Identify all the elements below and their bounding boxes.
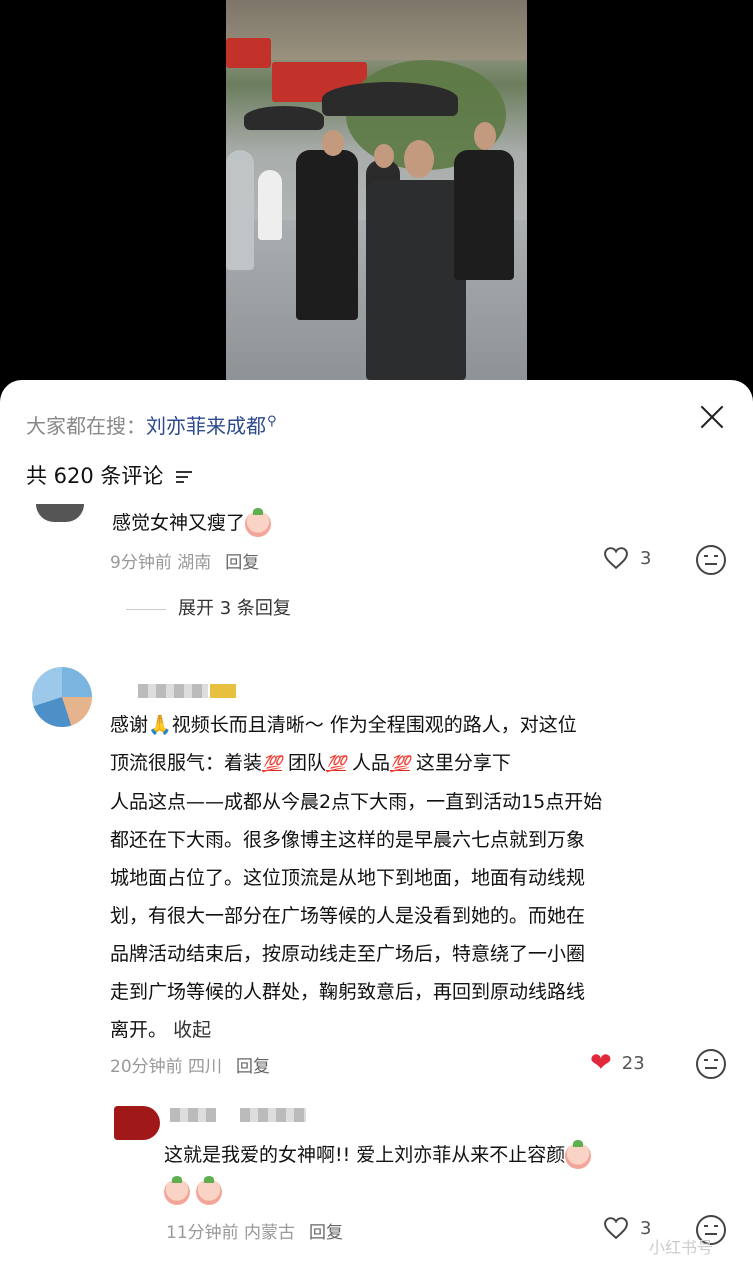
peach-sticker-icon xyxy=(164,1175,190,1205)
bystander xyxy=(258,170,282,240)
divider-line xyxy=(126,608,166,610)
video-frame[interactable] xyxy=(226,0,527,380)
head xyxy=(404,140,434,178)
head xyxy=(374,144,394,168)
trending-search-row: 大家都在搜：刘亦菲来成都⚲ xyxy=(26,410,277,439)
praying-hands-icon: 🙏 xyxy=(148,714,172,736)
like-button[interactable]: 3 xyxy=(602,1216,651,1240)
heart-icon xyxy=(604,547,628,570)
head xyxy=(474,122,496,150)
username-blurred[interactable] xyxy=(138,684,208,698)
heart-icon xyxy=(604,1217,628,1240)
trending-search-link[interactable]: 刘亦菲来成都 xyxy=(146,414,266,438)
hundred-points-icon: 💯 xyxy=(325,754,346,773)
security-man-foreground xyxy=(366,180,466,380)
comment-text: 感觉女神又瘦了 xyxy=(112,507,272,538)
like-button[interactable]: 3 xyxy=(602,546,651,570)
bodyguard xyxy=(296,150,358,320)
search-icon[interactable]: ⚲ xyxy=(267,414,277,429)
bystander xyxy=(226,150,254,270)
reply-button[interactable]: 回复 xyxy=(309,1223,343,1243)
sort-icon[interactable] xyxy=(176,468,193,486)
hundred-points-icon: 💯 xyxy=(389,754,410,773)
trending-search-prefix: 大家都在搜： xyxy=(26,414,146,438)
reply-button[interactable]: 回复 xyxy=(225,553,259,573)
user-badge-icon xyxy=(210,684,236,698)
video-area[interactable] xyxy=(0,0,753,400)
comment-meta: 9分钟前 湖南 回复 xyxy=(110,548,259,573)
comment-time-location: 9分钟前 湖南 xyxy=(110,553,212,573)
reply-button[interactable]: 回复 xyxy=(236,1057,270,1077)
username-blurred[interactable] xyxy=(170,1108,216,1122)
comment-text: 感谢🙏视频长而且清晰～ 作为全程围观的路人，对这位 顶流很服气：着装💯 团队💯 … xyxy=(110,714,603,1041)
comment-panel: 大家都在搜：刘亦菲来成都⚲ 共 620 条评论 感觉女神又瘦了 9分钟前 湖南回… xyxy=(0,380,753,1280)
comment-count: 共 620 条评论 xyxy=(26,464,164,488)
building-background xyxy=(226,0,527,60)
umbrella xyxy=(244,106,324,130)
like-button[interactable]: ❤ 23 xyxy=(590,1048,645,1078)
like-count: 23 xyxy=(621,1052,645,1074)
heart-filled-icon: ❤ xyxy=(590,1048,612,1078)
avatar[interactable] xyxy=(36,504,84,522)
peach-sticker-icon xyxy=(565,1139,592,1169)
emoji-reaction-icon[interactable] xyxy=(696,545,726,575)
expand-replies-label[interactable]: 展开 3 条回复 xyxy=(178,598,291,619)
expand-replies[interactable]: 展开 3 条回复 xyxy=(126,594,291,620)
comment-time-location: 11分钟前 内蒙古 xyxy=(166,1223,296,1243)
umbrella xyxy=(322,82,458,116)
comment-meta: 20分钟前 四川 回复 xyxy=(110,1052,270,1077)
watermark: 小红书号 xyxy=(648,1238,713,1257)
reply-text: 这就是我爱的女神啊!! 爱上刘亦菲从来不止容颜 xyxy=(164,1139,592,1206)
hundred-points-icon: 💯 xyxy=(262,754,282,773)
collapse-link[interactable]: 收起 xyxy=(173,1019,211,1041)
peach-sticker-icon xyxy=(245,507,272,537)
avatar[interactable] xyxy=(32,667,92,727)
reply-target-blurred xyxy=(240,1108,306,1122)
avatar[interactable] xyxy=(114,1106,160,1140)
comment-time-location: 20分钟前 四川 xyxy=(110,1057,223,1077)
peach-sticker-icon xyxy=(196,1175,223,1205)
comment-count-row: 共 620 条评论 xyxy=(26,460,193,490)
like-count: 3 xyxy=(640,547,652,569)
bodyguard xyxy=(454,150,514,280)
comment-meta: 11分钟前 内蒙古 回复 xyxy=(166,1218,343,1243)
emoji-reaction-icon[interactable] xyxy=(696,1049,726,1079)
close-icon[interactable] xyxy=(697,402,727,432)
head xyxy=(322,130,344,156)
red-awning xyxy=(226,38,271,68)
